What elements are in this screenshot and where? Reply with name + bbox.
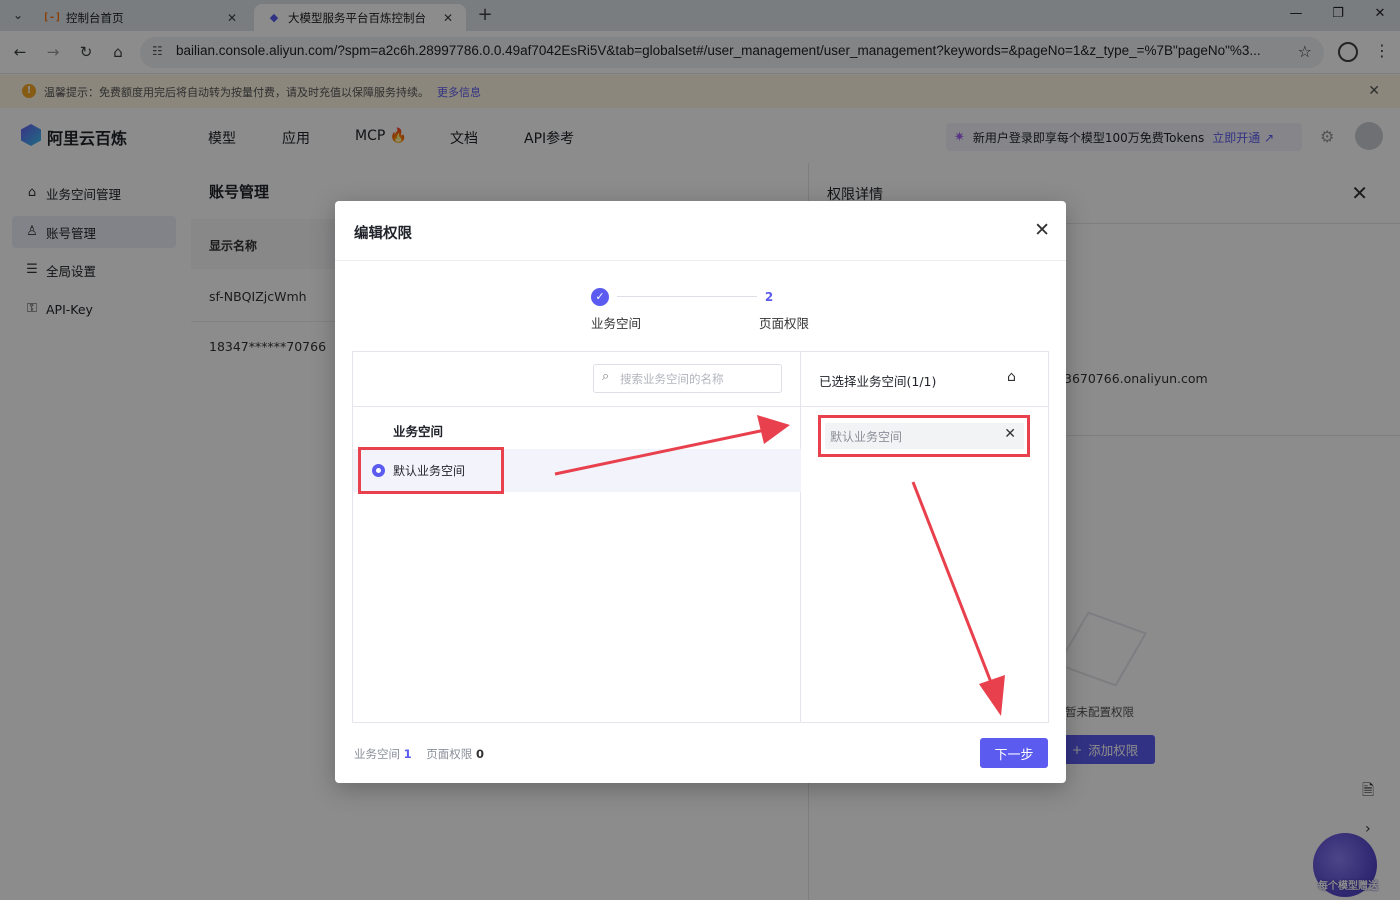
selected-workspace-tag: 默认业务空间 ✕ <box>825 423 1024 449</box>
selected-count-title: 已选择业务空间(1/1) <box>819 374 937 389</box>
target-list-header: 已选择业务空间(1/1) ⌂ <box>801 352 1048 407</box>
source-list-header: ⌕ <box>353 352 801 407</box>
summary-workspace-count: 1 <box>403 747 412 761</box>
annotation-highlight-box <box>358 447 504 494</box>
transfer-target-list: 已选择业务空间(1/1) ⌂ 默认业务空间 ✕ <box>801 352 1048 722</box>
summary-page-count: 0 <box>475 747 484 761</box>
clear-broom-icon[interactable]: ⌂ <box>1007 369 1016 385</box>
annotation-highlight-box: 默认业务空间 ✕ <box>818 415 1030 457</box>
search-icon: ⌕ <box>602 369 610 384</box>
selected-workspace-name: 默认业务空间 <box>830 430 903 444</box>
summary-workspace-label: 业务空间 <box>354 747 400 761</box>
remove-close-icon[interactable]: ✕ <box>1004 426 1016 442</box>
summary-page-label: 页面权限 <box>426 747 473 761</box>
step-label-page-permission: 页面权限 <box>759 316 810 331</box>
step-connector <box>617 296 757 297</box>
modal-divider <box>335 260 1066 261</box>
step-label-workspace: 业务空间 <box>591 316 642 331</box>
workspace-search-box[interactable]: ⌕ <box>593 364 782 393</box>
edit-permission-modal: 编辑权限 ✕ ✓ 2 业务空间 页面权限 ⌕ 业务空间 默认业务空间 已选择业务… <box>335 201 1066 783</box>
workspace-search-input[interactable] <box>620 368 776 390</box>
step-check-icon: ✓ <box>591 288 609 306</box>
modal-title: 编辑权限 <box>354 226 412 242</box>
next-step-button[interactable]: 下一步 <box>980 738 1048 768</box>
step-number: 2 <box>764 290 774 304</box>
modal-close-icon[interactable]: ✕ <box>1034 219 1050 241</box>
workspace-transfer: ⌕ 业务空间 默认业务空间 已选择业务空间(1/1) ⌂ 默认业务空间 ✕ <box>352 351 1049 723</box>
transfer-source-list: ⌕ 业务空间 默认业务空间 <box>353 352 801 722</box>
column-workspace: 业务空间 <box>393 424 444 439</box>
selection-summary: 业务空间 1 页面权限 0 <box>354 746 484 762</box>
